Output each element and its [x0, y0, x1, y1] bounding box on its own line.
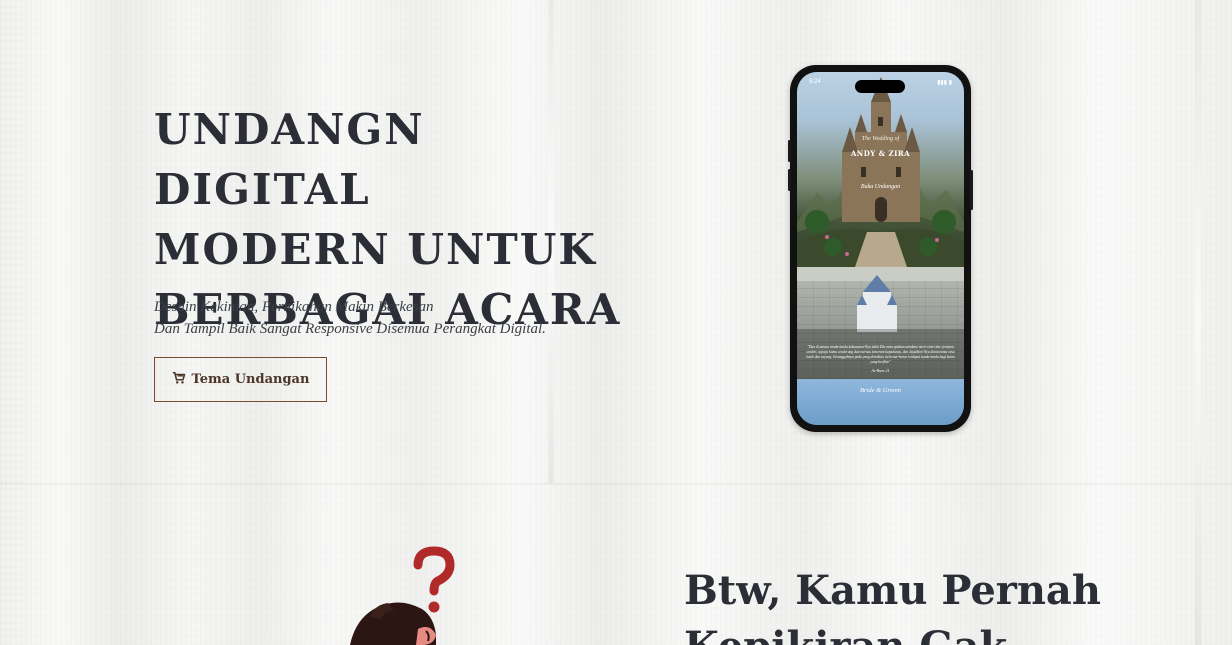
hero-subtitle-line1: Desain Kekinian, Pernikahan Makin Berkes…: [154, 299, 434, 315]
theme-invitation-button[interactable]: Tema Undangan: [154, 357, 327, 402]
phone-screen: 9:24 ▮▮▮ ▮ The Wedding of ANDY & ZIRA Bu…: [797, 72, 964, 425]
bride-groom-label: Bride & Groom: [860, 387, 901, 394]
section2-title: Btw, Kamu Pernah Kepikiran Gak: [684, 567, 1101, 645]
phone-power-button: [970, 170, 973, 210]
thinking-person-illustration: [330, 545, 470, 645]
verse-source: Ar-Rum:21: [871, 368, 890, 373]
status-icons: ▮▮▮ ▮: [937, 79, 952, 86]
phone-mockup: 9:24 ▮▮▮ ▮ The Wedding of ANDY & ZIRA Bu…: [788, 65, 973, 432]
castle-wall-image: "Dan di antara tanda-tanda kekuasaan-Nya…: [797, 267, 964, 379]
bride-groom-section: Bride & Groom: [797, 379, 964, 425]
castle-cover-image: The Wedding of ANDY & ZIRA Buka Undangan: [797, 72, 964, 267]
cart-icon: [172, 371, 186, 389]
hero-subtitle-line2: Dan Tampil Baik Sangat Responsive Disemu…: [154, 321, 546, 337]
couple-names: ANDY & ZIRA: [850, 149, 911, 158]
question-mark-icon: [413, 546, 455, 613]
phone-volume-down: [788, 169, 791, 191]
theme-invitation-label: Tema Undangan: [191, 372, 310, 387]
couple-prefix: The Wedding of: [861, 136, 900, 142]
open-invitation-link: Buka Undangan: [860, 184, 901, 190]
phone-volume-up: [788, 140, 791, 162]
dynamic-island: [855, 80, 905, 93]
paper-crease: [1195, 0, 1201, 645]
verse-quote: "Dan di antara tanda-tanda kekuasaan-Nya…: [806, 345, 955, 364]
section-divider: [0, 483, 1232, 485]
hero-subtitle: Desain Kekinian, Pernikahan Makin Berkes…: [154, 296, 614, 340]
status-time: 9:24: [809, 79, 821, 85]
